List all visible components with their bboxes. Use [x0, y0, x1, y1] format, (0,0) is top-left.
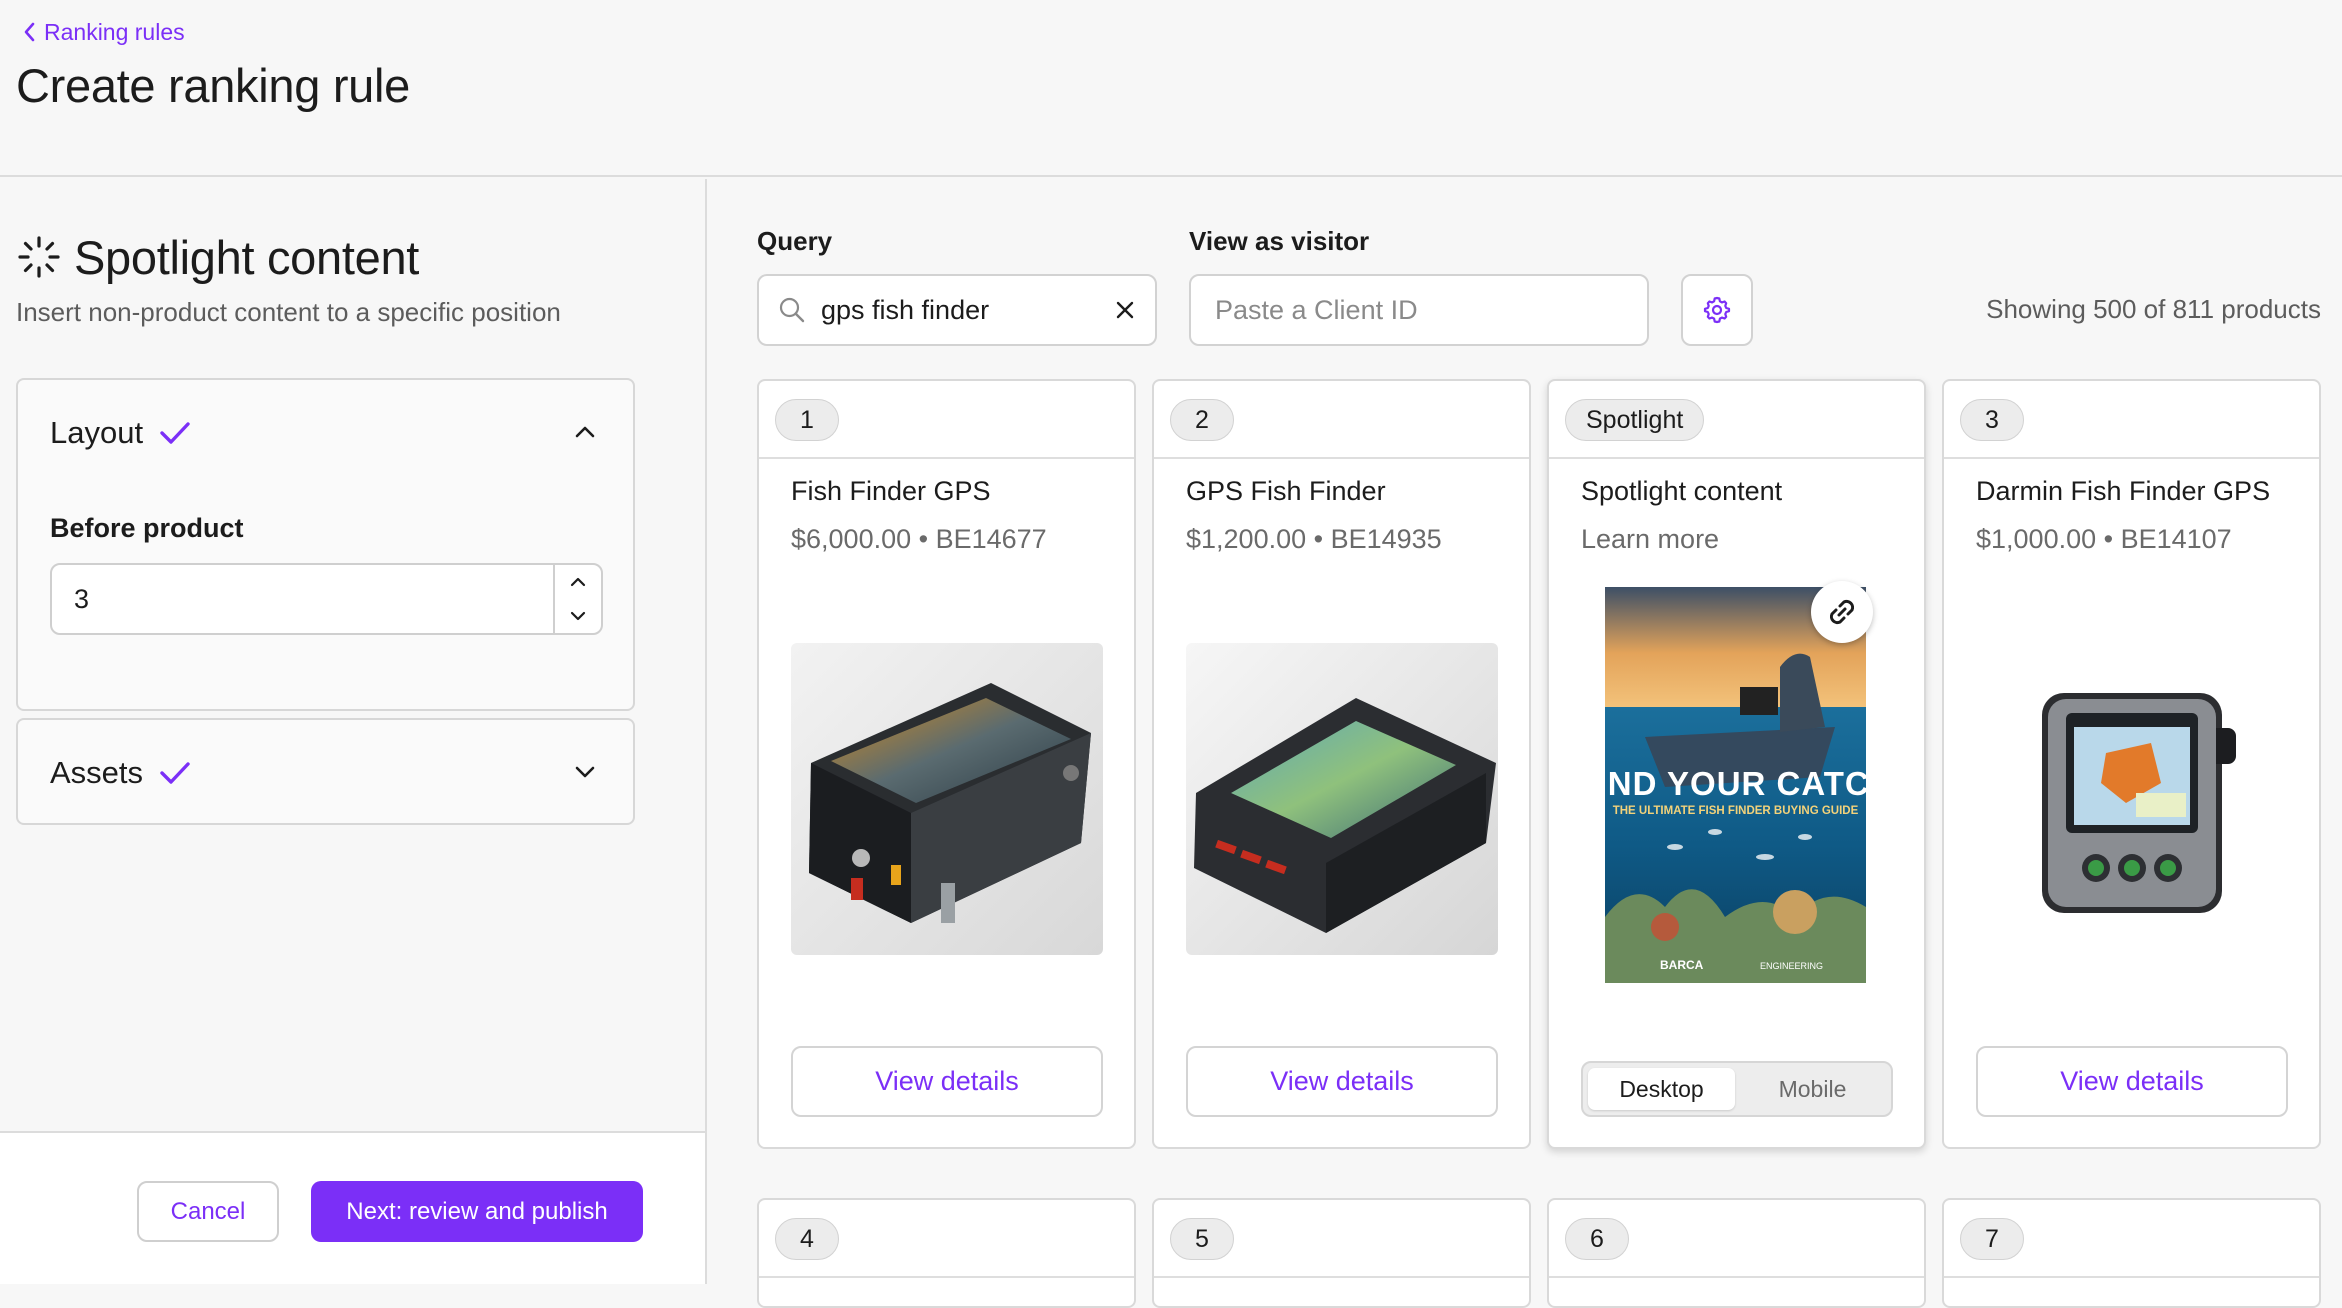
product-image: [1186, 643, 1498, 955]
client-id-input[interactable]: Paste a Client ID: [1189, 274, 1649, 346]
product-card: 2 GPS Fish Finder $1,200.00 • BE14935 Vi…: [1152, 379, 1531, 1149]
layout-card-header[interactable]: Layout: [50, 380, 191, 485]
number-stepper: [553, 565, 601, 633]
product-card: 7: [1942, 1198, 2321, 1308]
sparkle-icon: [16, 234, 62, 280]
poster-brand-right: ENGINEERING: [1760, 961, 1823, 971]
card-header: Spotlight: [1549, 381, 1924, 459]
layout-card-title: Layout: [50, 414, 144, 450]
card-header: 7: [1944, 1200, 2319, 1278]
left-footer: Cancel Next: review and publish: [0, 1131, 705, 1284]
page-title: Create ranking rule: [16, 59, 411, 112]
poster-brand-left: BARCA: [1660, 958, 1704, 972]
preview-panel: Query View as visitor gps fish finder Pa…: [709, 179, 2342, 1308]
view-details-button[interactable]: View details: [791, 1046, 1103, 1117]
before-product-label: Before product: [50, 513, 244, 543]
settings-button[interactable]: [1681, 274, 1753, 346]
product-meta: $6,000.00 • BE14677: [791, 524, 1047, 554]
mobile-option[interactable]: Mobile: [1739, 1068, 1886, 1110]
poster-subhead: THE ULTIMATE FISH FINDER BUYING GUIDE: [1613, 805, 1859, 817]
query-label: Query: [757, 226, 833, 256]
breadcrumb[interactable]: Ranking rules: [22, 16, 185, 48]
product-card: 6: [1547, 1198, 1926, 1308]
assets-card: Assets: [16, 718, 635, 825]
spotlight-title: Spotlight content: [1581, 476, 1783, 506]
product-meta: $1,000.00 • BE14107: [1976, 524, 2232, 554]
product-meta: $1,200.00 • BE14935: [1186, 524, 1442, 554]
view-details-button[interactable]: View details: [1976, 1046, 2288, 1117]
section-header: Spotlight content: [16, 227, 419, 287]
poster-headline: FIND YOUR CATCH: [1605, 765, 1866, 802]
spotlight-image: FIND YOUR CATCH THE ULTIMATE FISH FINDER…: [1605, 587, 1866, 983]
position-badge: 6: [1565, 1218, 1629, 1260]
stepper-up-button[interactable]: [555, 565, 601, 599]
desktop-option[interactable]: Desktop: [1588, 1068, 1735, 1110]
product-title: Darmin Fish Finder GPS: [1976, 476, 2271, 506]
result-count: Showing 500 of 811 products: [1986, 294, 2321, 324]
section-subtitle: Insert non-product content to a specific…: [16, 297, 561, 327]
close-icon[interactable]: [1113, 298, 1137, 322]
query-value: gps fish finder: [821, 294, 990, 325]
chevron-down-icon[interactable]: [569, 756, 601, 788]
card-header: 3: [1944, 381, 2319, 459]
position-badge: 2: [1170, 399, 1234, 441]
position-badge: 3: [1960, 399, 2024, 441]
device-toggle: Desktop Mobile: [1581, 1061, 1893, 1117]
before-product-value: 3: [74, 583, 90, 614]
card-header: 4: [759, 1200, 1134, 1278]
position-badge: 1: [775, 399, 839, 441]
position-badge: 4: [775, 1218, 839, 1260]
gear-icon: [1703, 296, 1731, 324]
before-product-input[interactable]: 3: [50, 563, 603, 635]
spotlight-link-text[interactable]: Learn more: [1581, 524, 1719, 555]
card-header: 2: [1154, 381, 1529, 459]
checkmark-icon: [159, 420, 191, 446]
link-icon: [1825, 595, 1859, 629]
search-icon: [777, 295, 807, 325]
page-header: Ranking rules Create ranking rule: [0, 0, 2342, 177]
card-header: 1: [759, 381, 1134, 459]
left-panel: Spotlight content Insert non-product con…: [0, 179, 707, 1284]
product-card: 1 Fish Finder GPS $6,000.00 • BE14677 Vi…: [757, 379, 1136, 1149]
spotlight-card: Spotlight Spotlight content Learn more N…: [1547, 379, 1926, 1149]
assets-card-header[interactable]: Assets: [50, 720, 191, 825]
section-title: Spotlight content: [74, 230, 420, 284]
client-id-placeholder: Paste a Client ID: [1215, 294, 1418, 325]
breadcrumb-link[interactable]: Ranking rules: [44, 19, 185, 46]
stepper-down-button[interactable]: [555, 599, 601, 633]
spotlight-badge: Spotlight: [1565, 399, 1705, 441]
product-card: 4: [757, 1198, 1136, 1308]
position-badge: 5: [1170, 1218, 1234, 1260]
card-header: 6: [1549, 1200, 1924, 1278]
assets-card-title: Assets: [50, 754, 144, 790]
cancel-button[interactable]: Cancel: [137, 1181, 279, 1242]
product-card: 3 Darmin Fish Finder GPS $1,000.00 • BE1…: [1942, 379, 2321, 1149]
visitor-label: View as visitor: [1189, 226, 1370, 256]
product-image: [791, 643, 1103, 955]
product-card: 5: [1152, 1198, 1531, 1308]
product-title: GPS Fish Finder: [1186, 476, 1386, 506]
product-image: [1976, 643, 2288, 955]
product-title: Fish Finder GPS: [791, 476, 991, 506]
next-review-publish-button[interactable]: Next: review and publish: [311, 1181, 643, 1242]
position-badge: 7: [1960, 1218, 2024, 1260]
link-button[interactable]: [1811, 581, 1873, 643]
view-details-button[interactable]: View details: [1186, 1046, 1498, 1117]
chevron-up-icon[interactable]: [569, 416, 601, 448]
query-input[interactable]: gps fish finder: [757, 274, 1157, 346]
checkmark-icon: [159, 760, 191, 786]
layout-card: Layout Before product 3: [16, 378, 635, 711]
card-header: 5: [1154, 1200, 1529, 1278]
chevron-left-icon: [22, 21, 36, 43]
